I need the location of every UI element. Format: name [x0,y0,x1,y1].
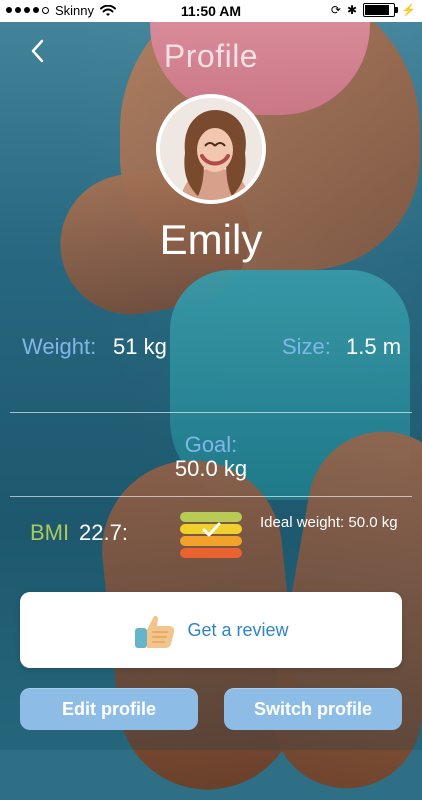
status-bar: Skinny 11:50 AM ⟳ ✱ ⚡ [0,0,422,22]
battery-icon [363,3,399,17]
battery-fill [365,5,390,15]
weight-label: Weight: [22,334,97,359]
bmi-value: 22.7: [79,520,128,545]
battery-cap [395,7,399,13]
page-title: Profile [163,38,259,74]
divider [10,496,412,497]
bmi-scale-band [180,536,242,546]
bmi-scale-band [180,548,242,558]
charging-icon: ⚡ [401,3,416,17]
goal-value: 50.0 kg [174,456,248,481]
divider [10,412,412,413]
status-right: ⟳ ✱ ⚡ [331,3,416,17]
ideal-weight: Ideal weight: 50.0 kg [260,514,398,531]
get-review-card[interactable]: Get a review [20,592,402,668]
bluetooth-icon: ✱ [346,3,358,17]
bmi-scale-band [180,512,242,522]
bmi-scale-icon [180,512,242,558]
weight-value: 51 kg [113,334,167,359]
edit-profile-button[interactable]: Edit profile [20,688,198,730]
avatar[interactable] [156,94,266,204]
size-label: Size: [282,334,331,359]
thumbs-up-icon [135,615,175,648]
switch-profile-button[interactable]: Switch profile [224,688,402,730]
bmi-label: BMI [30,520,70,545]
profile-name: Emily [159,216,263,263]
goal-label: Goal: [184,432,238,457]
orientation-lock-icon: ⟳ [330,3,341,17]
get-review-label: Get a review [187,619,289,640]
size-value: 1.5 m [346,334,402,359]
